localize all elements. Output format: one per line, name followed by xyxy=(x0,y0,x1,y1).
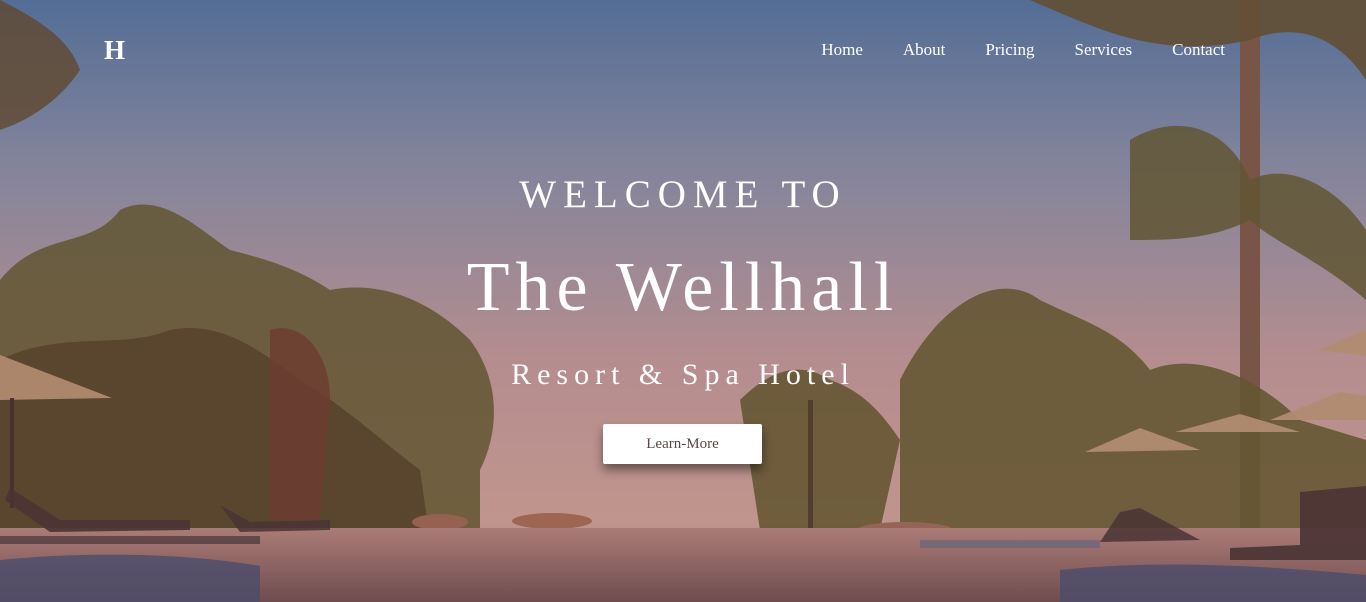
nav-link-about[interactable]: About xyxy=(903,40,946,60)
nav-link-services[interactable]: Services xyxy=(1075,40,1133,60)
nav-link-home[interactable]: Home xyxy=(821,40,863,60)
hero-subtitle: Resort & Spa Hotel xyxy=(511,358,855,391)
main-navigation: Home About Pricing Services Contact xyxy=(821,40,1225,60)
site-logo[interactable]: H xyxy=(104,35,125,65)
learn-more-button[interactable]: Learn-More xyxy=(603,424,762,464)
hero-eyebrow: WELCOME TO xyxy=(519,173,847,216)
hero-section: H Home About Pricing Services Contact WE… xyxy=(0,0,1366,602)
hero-title: The Wellhall xyxy=(466,249,900,326)
nav-link-pricing[interactable]: Pricing xyxy=(985,40,1034,60)
nav-link-contact[interactable]: Contact xyxy=(1172,40,1225,60)
